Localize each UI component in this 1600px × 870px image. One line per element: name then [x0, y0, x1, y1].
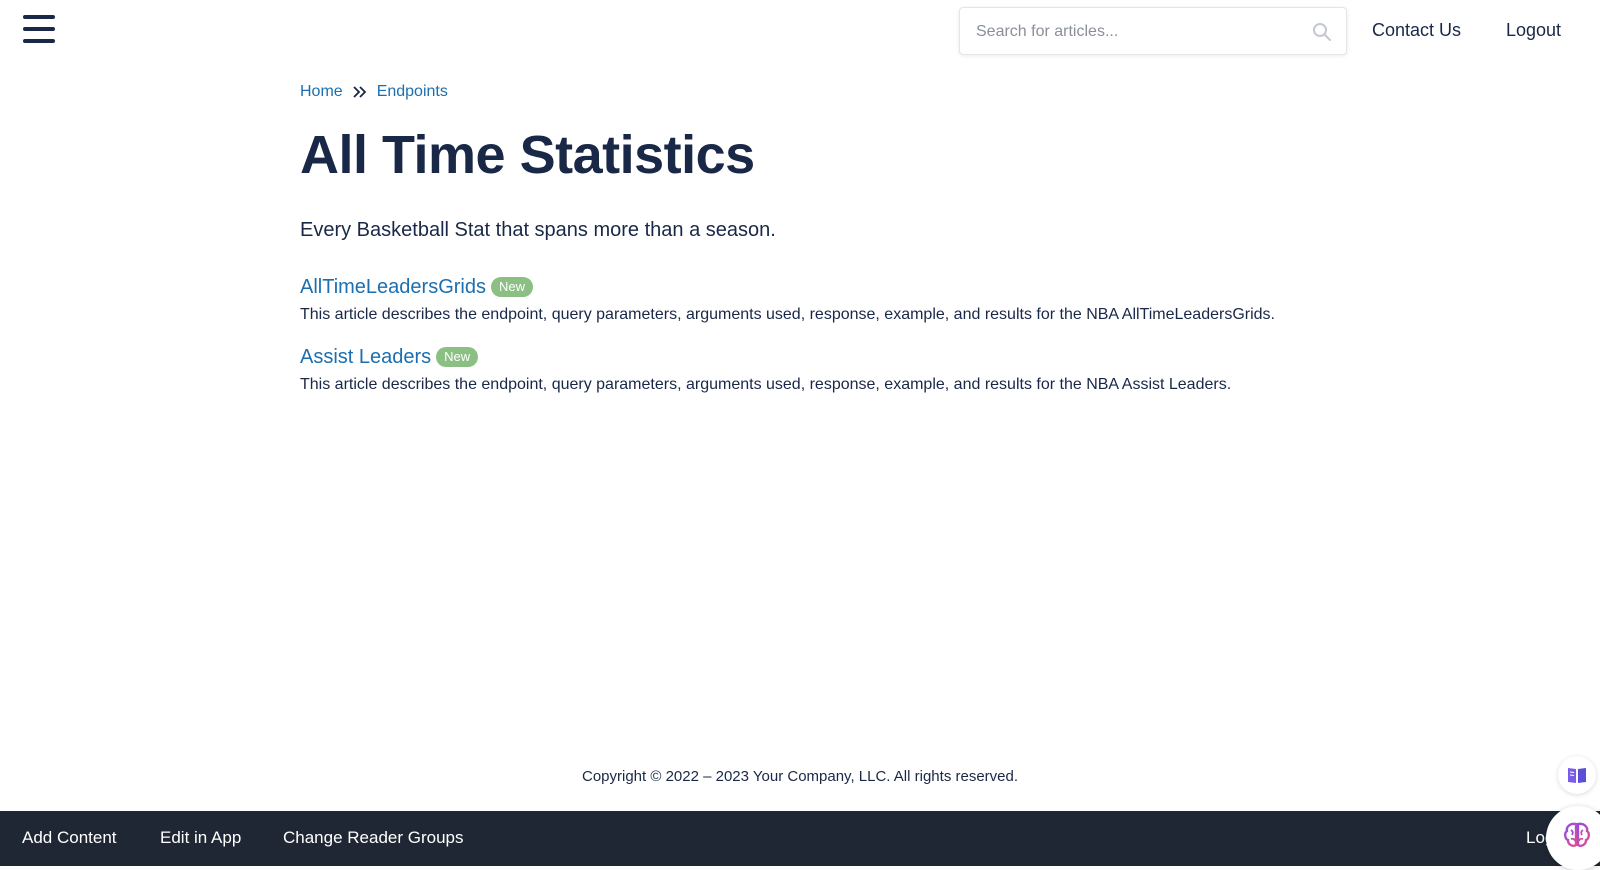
article-header: Assist Leaders New	[300, 344, 1360, 370]
menu-line	[23, 39, 55, 43]
admin-bottom-bar: Add Content Edit in App Change Reader Gr…	[0, 811, 1600, 866]
logout-link[interactable]: Logout	[1506, 20, 1561, 41]
menu-line	[23, 27, 55, 31]
new-badge: New	[491, 277, 534, 297]
reader-widget-button[interactable]	[1558, 756, 1596, 794]
article-list: AllTimeLeadersGrids New This article des…	[300, 274, 1360, 396]
breadcrumb: Home Endpoints	[300, 80, 1360, 104]
page-title: All Time Statistics	[300, 125, 755, 185]
new-badge: New	[436, 347, 479, 367]
article-link[interactable]: AllTimeLeadersGrids	[300, 276, 486, 299]
hamburger-menu-icon[interactable]	[23, 14, 55, 44]
breadcrumb-home[interactable]: Home	[300, 83, 343, 101]
brain-icon	[1564, 822, 1590, 847]
edit-in-app-button[interactable]: Edit in App	[160, 828, 241, 848]
main-content: Home Endpoints All Time Statistics Every…	[300, 80, 1360, 414]
double-chevron-right-icon	[353, 86, 366, 98]
add-content-button[interactable]: Add Content	[22, 828, 117, 848]
change-reader-groups-button[interactable]: Change Reader Groups	[283, 828, 464, 848]
search-box[interactable]	[959, 7, 1347, 56]
list-item: AllTimeLeadersGrids New This article des…	[300, 274, 1360, 326]
book-icon	[1568, 768, 1586, 783]
menu-line	[23, 15, 55, 19]
page-description: Every Basketball Stat that spans more th…	[300, 219, 776, 241]
article-link[interactable]: Assist Leaders	[300, 346, 431, 369]
article-description: This article describes the endpoint, que…	[300, 306, 1275, 323]
breadcrumb-endpoints[interactable]: Endpoints	[377, 83, 448, 101]
search-icon[interactable]	[1312, 22, 1332, 42]
article-description: This article describes the endpoint, que…	[300, 376, 1232, 393]
contact-us-link[interactable]: Contact Us	[1372, 20, 1461, 41]
article-header: AllTimeLeadersGrids New	[300, 274, 1360, 300]
copyright-text: Copyright © 2022 – 2023 Your Company, LL…	[581, 768, 1019, 785]
search-input[interactable]	[974, 8, 1298, 56]
list-item: Assist Leaders New This article describe…	[300, 344, 1360, 396]
